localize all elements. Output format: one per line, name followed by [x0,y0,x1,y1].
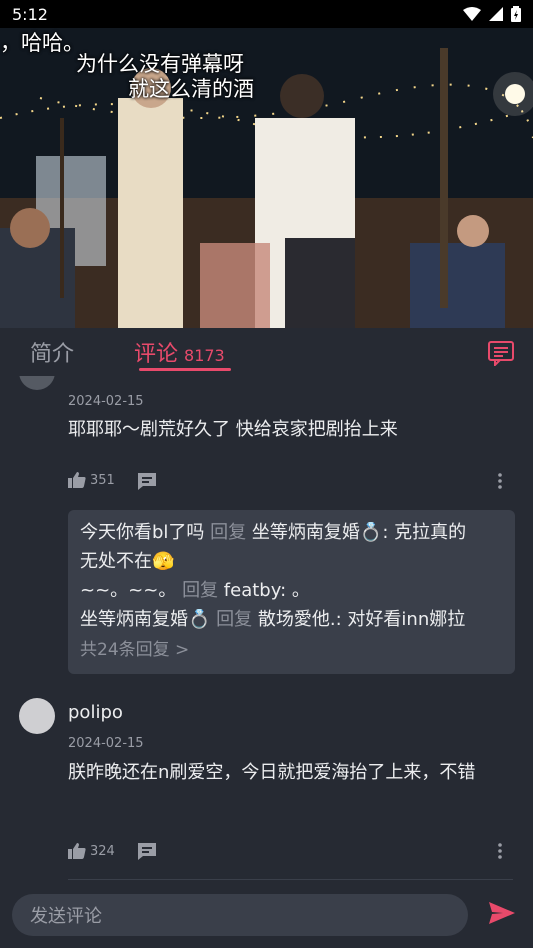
avatar[interactable] [19,698,55,734]
more-options-icon[interactable] [495,473,505,489]
reply-item: 坐等炳南复婚💍 回复 散场愛他.: 对好看inn娜拉 [80,609,466,630]
comment-count: 8173 [184,346,225,365]
tab-active-indicator [139,368,231,371]
comment-username[interactable]: polipo [68,702,123,723]
send-icon[interactable] [489,902,515,924]
video-player[interactable]: ，哈哈。 为什么没有弹幕呀 就这么清的酒 [0,28,533,328]
thumbs-up-icon [68,472,86,488]
tab-comments[interactable]: 评论 8173 [134,336,225,368]
reply-icon[interactable] [136,471,158,491]
tab-comments-label: 评论 [134,342,179,367]
comment-date: 2024-02-15 [68,394,144,409]
comment-composer: 发送评论 [0,880,533,948]
avatar[interactable] [19,376,55,390]
comment-text: 朕昨晚还在n刷爱空，今日就把爱海抬了上来，不错 [68,762,476,783]
comment-text: 耶耶耶～剧荒好久了 快给哀家把剧抬上来 [68,419,434,440]
subtitle-line-2: 就这么清的酒 [128,77,254,101]
view-more-replies-link[interactable]: 共24条回复 > [80,636,503,665]
comment-list[interactable]: 2024-02-15 耶耶耶～剧荒好久了 快给哀家把剧抬上来 351 今天你看b… [0,376,533,880]
tab-bar: 简介 评论 8173 [0,328,533,376]
reply-item-continued: 无处不在🫣 [80,551,175,572]
comment-input[interactable]: 发送评论 [12,894,468,936]
more-options-icon[interactable] [495,843,505,859]
comment-date: 2024-02-15 [68,736,144,751]
danmaku-toggle-icon[interactable] [487,340,515,366]
signal-icon [489,7,503,21]
like-count: 351 [90,472,115,488]
reply-icon[interactable] [136,841,158,861]
wifi-icon [463,7,481,21]
like-button[interactable]: 324 [68,843,115,859]
subtitle-line-1: 为什么没有弹幕呀 [76,52,244,76]
reply-item: ~~。~~。 回复 featby: 。 [80,580,310,601]
reply-preview-box[interactable]: 今天你看bl了吗 回复 坐等炳南复婚💍: 克拉真的 无处不在🫣 ~~。~~。 回… [68,510,515,674]
like-count: 324 [90,843,115,859]
battery-icon [511,6,521,22]
like-button[interactable]: 351 [68,472,115,488]
status-time: 5:12 [12,4,48,24]
tab-intro[interactable]: 简介 [30,336,74,368]
thumbs-up-icon [68,843,86,859]
subtitle-edge: ，哈哈。 [0,31,84,55]
reply-item: 今天你看bl了吗 回复 坐等炳南复婚💍: 克拉真的 [80,522,467,543]
status-bar: 5:12 [0,0,533,28]
